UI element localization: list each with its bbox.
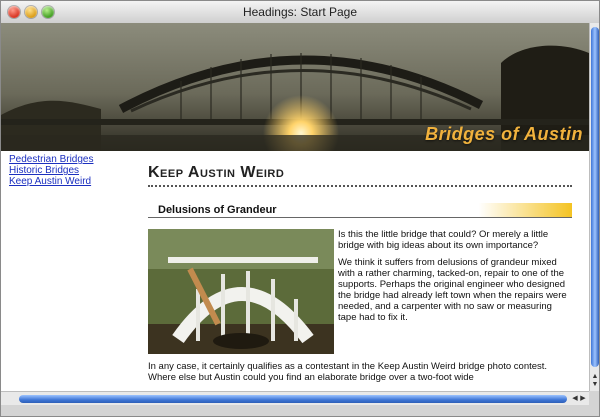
vertical-scrollbar[interactable]: ▲ ▼	[589, 23, 599, 391]
vertical-scroll-thumb[interactable]	[591, 27, 599, 367]
scroll-down-arrow-icon[interactable]: ▼	[591, 381, 599, 389]
section-heading: Delusions of Grandeur	[148, 203, 572, 218]
paragraph-1: Is this the little bridge that could? Or…	[338, 229, 549, 251]
main-article: Keep Austin Weird Delusions of Grandeur	[148, 164, 572, 383]
weird-bridge-photo	[148, 229, 334, 354]
scroll-right-arrow-icon[interactable]: ▶	[579, 394, 587, 404]
browser-window: Headings: Start Page Bridges of Austin P…	[0, 0, 600, 417]
banner-image: Bridges of Austin	[1, 23, 589, 151]
article-side-text: Is this the little bridge that could? Or…	[338, 229, 570, 329]
paragraph-3: In any case, it certainly qualifies as a…	[148, 361, 548, 383]
title-bar: Headings: Start Page	[1, 1, 599, 24]
article-photo	[148, 229, 334, 354]
scroll-up-arrow-icon[interactable]: ▲	[591, 373, 599, 381]
sidebar-link-pedestrian-bridges[interactable]: Pedestrian Bridges	[9, 154, 129, 165]
sidebar-link-historic-bridges[interactable]: Historic Bridges	[9, 165, 129, 176]
horizontal-scrollbar[interactable]: ◀ ▶	[1, 391, 589, 406]
scroll-left-arrow-icon[interactable]: ◀	[571, 394, 579, 404]
sidebar-nav: Pedestrian Bridges Historic Bridges Keep…	[9, 154, 129, 187]
sidebar-link-keep-austin-weird[interactable]: Keep Austin Weird	[9, 176, 129, 187]
page-heading: Keep Austin Weird	[148, 164, 572, 187]
page-content: Bridges of Austin Pedestrian Bridges His…	[1, 23, 589, 391]
window-bottom-bar	[1, 405, 599, 416]
paragraph-2: We think it suffers from delusions of gr…	[338, 257, 567, 323]
horizontal-scroll-thumb[interactable]	[19, 395, 567, 403]
window-title: Headings: Start Page	[242, 5, 358, 19]
banner-site-title: Bridges of Austin	[425, 124, 583, 144]
